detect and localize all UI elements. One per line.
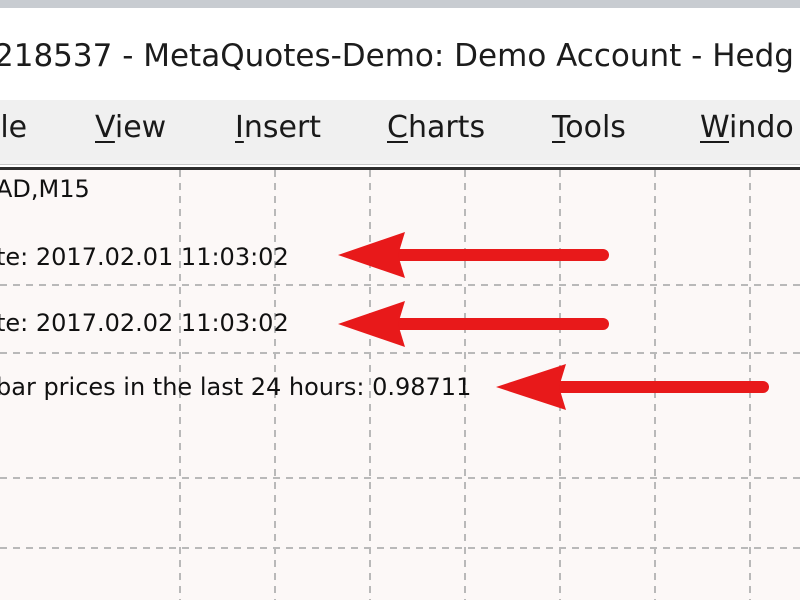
menu-charts[interactable]: Charts	[387, 110, 485, 145]
menu-bar: ile View Insert Charts Tools Windo	[0, 100, 800, 165]
menu-window[interactable]: Windo	[700, 110, 794, 145]
terminal-window: 218537 - MetaQuotes-Demo: Demo Account -…	[0, 0, 800, 600]
menu-insert[interactable]: Insert	[235, 110, 321, 145]
menu-file[interactable]: ile	[0, 110, 27, 145]
title-bar[interactable]: 218537 - MetaQuotes-Demo: Demo Account -…	[0, 8, 800, 100]
chart-symbol-label: AD,M15	[0, 175, 90, 203]
window-title: 218537 - MetaQuotes-Demo: Demo Account -…	[0, 38, 794, 74]
chart-area[interactable]: AD,M15 te: 2017.02.01 11:03:02 te: 2017.…	[0, 170, 800, 600]
window-frame-top	[0, 0, 800, 8]
menu-tools[interactable]: Tools	[552, 110, 626, 145]
comment-line-2: te: 2017.02.02 11:03:02	[0, 309, 289, 337]
menu-view[interactable]: View	[95, 110, 166, 145]
comment-line-3: bar prices in the last 24 hours: 0.98711	[0, 373, 472, 401]
comment-line-1: te: 2017.02.01 11:03:02	[0, 243, 289, 271]
